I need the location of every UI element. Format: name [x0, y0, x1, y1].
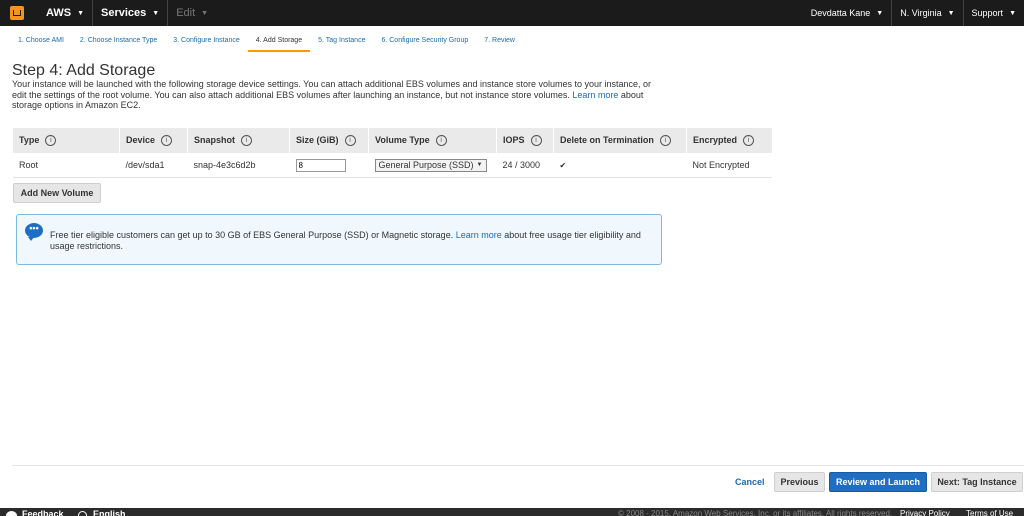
nav-right-group: Devdatta Kane ▼ N. Virginia ▼ Support ▼	[803, 0, 1024, 26]
wizard-steps: 1. Choose AMI 2. Choose Instance Type 3.…	[10, 34, 523, 52]
header-type: Type i	[13, 128, 120, 153]
header-volume-type-label: Volume Type	[375, 134, 430, 145]
chevron-down-icon: ▼	[152, 9, 160, 17]
cell-size	[289, 153, 369, 178]
cell-delete-on-termination: ✔	[553, 153, 687, 178]
aws-cube-logo-icon[interactable]	[10, 6, 24, 20]
aws-menu-label: AWS	[46, 7, 72, 19]
region-menu[interactable]: N. Virginia ▼	[892, 0, 962, 26]
chevron-down-icon: ▼	[201, 9, 209, 17]
globe-icon	[78, 511, 87, 516]
cell-device: /dev/sda1	[119, 153, 188, 178]
learn-more-storage-link[interactable]: Learn more	[572, 90, 618, 100]
info-icon[interactable]: i	[659, 135, 671, 147]
feedback-link[interactable]: Feedback	[22, 508, 64, 516]
page-title: Step 4: Add Storage	[12, 62, 156, 79]
user-menu[interactable]: Devdatta Kane ▼	[803, 0, 891, 26]
footer-divider	[12, 465, 1024, 466]
review-and-launch-button[interactable]: Review and Launch	[829, 472, 927, 492]
info-icon[interactable]: i	[530, 135, 542, 147]
storage-table: Type i Device i Snapshot i Size (GiB) i Volu…	[13, 128, 772, 178]
header-volume-type: Volume Type i	[368, 128, 497, 153]
cell-volume-type: General Purpose (SSD) ▼	[368, 153, 497, 178]
chevron-down-icon: ▼	[1009, 9, 1016, 17]
cancel-button[interactable]: Cancel	[735, 477, 765, 487]
size-input[interactable]	[295, 158, 346, 172]
wizard-step-review[interactable]: 7. Review	[476, 34, 523, 52]
cell-encrypted: Not Encrypted	[686, 153, 772, 178]
wizard-step-configure-instance[interactable]: 3. Configure Instance	[165, 34, 248, 52]
header-delete-on-termination: Delete on Termination i	[553, 128, 687, 153]
info-icon[interactable]: i	[45, 135, 57, 147]
chat-bubble-icon: •••	[25, 223, 43, 241]
header-device-label: Device	[126, 134, 156, 145]
info-icon[interactable]: i	[344, 135, 356, 147]
user-menu-label: Devdatta Kane	[810, 8, 871, 18]
header-iops: IOPS i	[496, 128, 554, 153]
notice-text-start: Free tier eligible customers can get up …	[50, 230, 454, 240]
support-menu[interactable]: Support ▼	[964, 0, 1024, 26]
chevron-down-icon: ▼	[77, 9, 84, 17]
table-row: Root /dev/sda1 snap-4e3c6d2b General Pur…	[13, 153, 772, 178]
aws-menu[interactable]: AWS ▼	[38, 0, 92, 26]
wizard-step-choose-instance-type[interactable]: 2. Choose Instance Type	[72, 34, 165, 52]
copyright-text: © 2008 - 2015, Amazon Web Services, Inc.…	[618, 509, 893, 516]
notice-text: Free tier eligible customers can get up …	[50, 230, 650, 251]
edit-menu[interactable]: Edit ▼	[168, 0, 216, 26]
info-icon[interactable]: i	[241, 135, 253, 147]
privacy-policy-link[interactable]: Privacy Policy	[900, 508, 950, 516]
cell-iops: 24 / 3000	[496, 153, 554, 178]
header-encrypted-label: Encrypted	[693, 134, 738, 145]
edit-menu-label: Edit	[176, 7, 196, 19]
volume-type-select[interactable]: General Purpose (SSD) ▼	[374, 158, 487, 172]
services-menu-label: Services	[101, 7, 147, 19]
header-size: Size (GiB) i	[289, 128, 369, 153]
wizard-step-add-storage[interactable]: 4. Add Storage	[247, 34, 311, 52]
free-tier-notice: ••• Free tier eligible customers can get…	[16, 214, 662, 265]
wizard-step-tag-instance[interactable]: 5. Tag Instance	[310, 34, 373, 52]
page-description: Your instance will be launched with the …	[12, 79, 662, 111]
table-header-row: Type i Device i Snapshot i Size (GiB) i Volu…	[13, 128, 772, 153]
cell-snapshot: snap-4e3c6d2b	[187, 153, 290, 178]
chevron-down-icon: ▼	[476, 162, 483, 168]
next-tag-instance-button[interactable]: Next: Tag Instance	[931, 472, 1023, 492]
header-encrypted: Encrypted i	[686, 128, 772, 153]
volume-type-value: General Purpose (SSD)	[378, 160, 474, 170]
chevron-down-icon: ▼	[947, 9, 955, 17]
learn-more-free-tier-link[interactable]: Learn more	[456, 230, 502, 240]
header-iops-label: IOPS	[503, 134, 525, 145]
header-delete-label: Delete on Termination	[560, 134, 654, 145]
info-icon[interactable]: i	[743, 135, 755, 147]
delete-on-termination-checkbox[interactable]: ✔	[560, 162, 568, 170]
info-icon[interactable]: i	[435, 135, 447, 147]
add-new-volume-button[interactable]: Add New Volume	[13, 183, 101, 203]
support-menu-label: Support	[971, 8, 1004, 18]
footer-bar: Feedback English © 2008 - 2015, Amazon W…	[0, 508, 1024, 516]
wizard-step-choose-ami[interactable]: 1. Choose AMI	[10, 34, 72, 52]
cell-type: Root	[13, 153, 120, 178]
header-snapshot-label: Snapshot	[194, 134, 236, 145]
header-snapshot: Snapshot i	[187, 128, 290, 153]
wizard-step-configure-security-group[interactable]: 6. Configure Security Group	[373, 34, 476, 52]
info-icon[interactable]: i	[161, 135, 173, 147]
top-navigation-bar: AWS ▼ Services ▼ Edit ▼ Devdatta Kane ▼ …	[0, 0, 1024, 26]
region-menu-label: N. Virginia	[900, 8, 942, 18]
chevron-down-icon: ▼	[876, 9, 884, 17]
header-size-label: Size (GiB)	[296, 134, 339, 145]
feedback-bubble-icon	[6, 511, 17, 516]
previous-button[interactable]: Previous	[774, 472, 825, 492]
header-device: Device i	[119, 128, 188, 153]
header-type-label: Type	[19, 134, 40, 145]
description-text: Your instance will be launched with the …	[12, 79, 652, 100]
language-selector[interactable]: English	[93, 508, 126, 516]
terms-of-use-link[interactable]: Terms of Use	[966, 508, 1013, 516]
services-menu[interactable]: Services ▼	[93, 0, 167, 26]
